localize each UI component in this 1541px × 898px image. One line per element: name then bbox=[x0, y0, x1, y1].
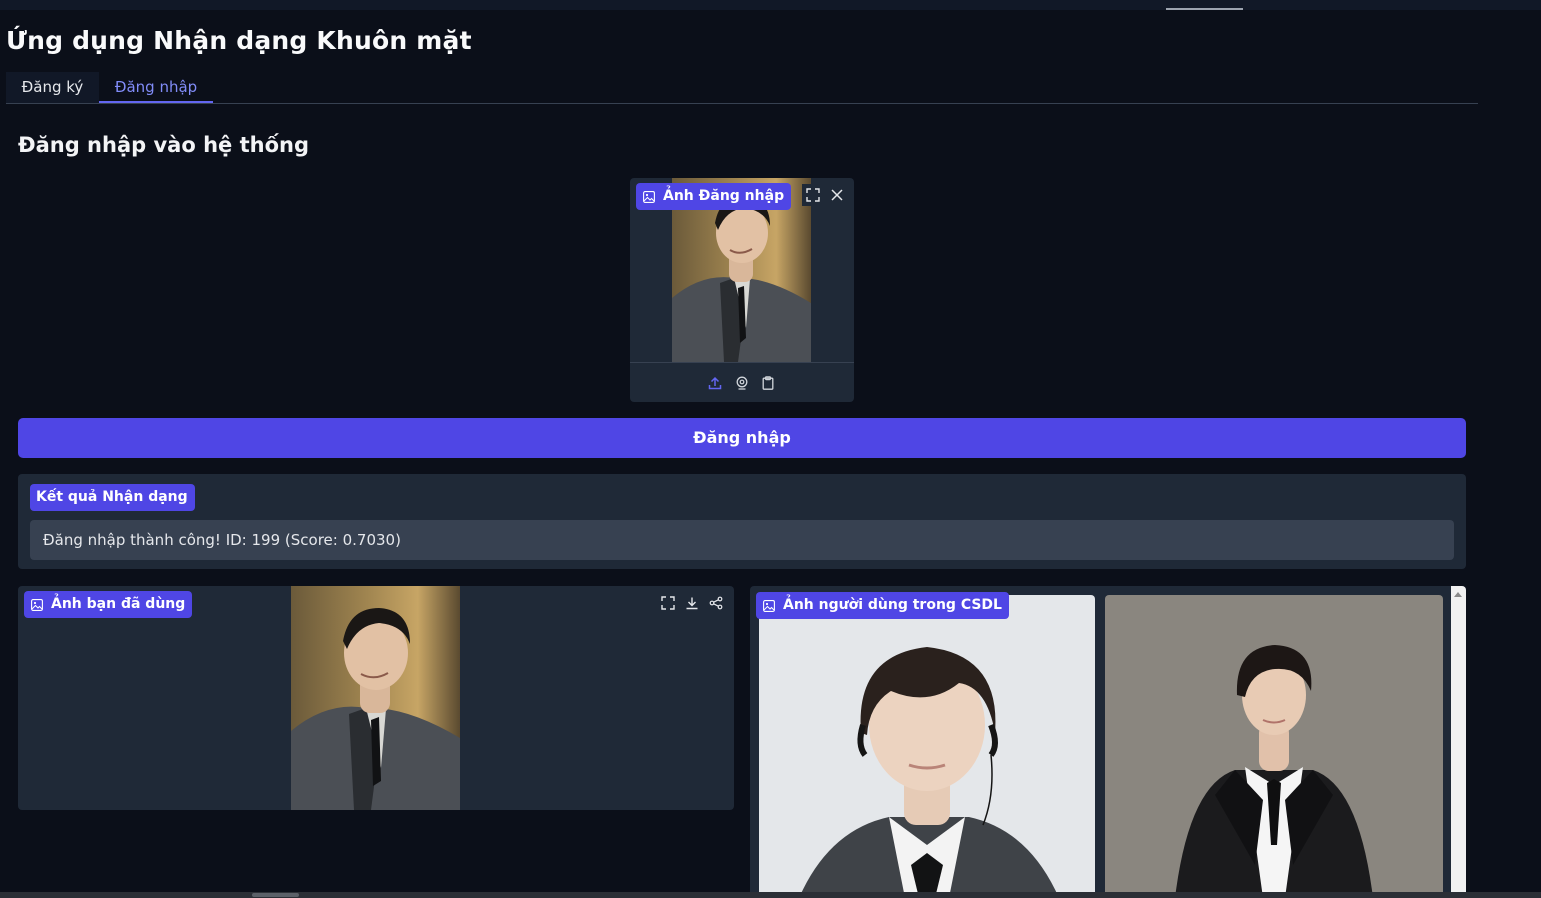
top-bar bbox=[0, 0, 1541, 10]
webcam-icon[interactable] bbox=[731, 372, 753, 394]
tab-register[interactable]: Đăng ký bbox=[6, 72, 99, 103]
gallery-image[interactable] bbox=[759, 595, 1095, 898]
page-horizontal-scrollbar[interactable] bbox=[0, 892, 1541, 898]
db-gallery-panel: Ảnh người dùng trong CSDL bbox=[750, 586, 1466, 898]
login-image-input[interactable]: Ảnh Đăng nhập bbox=[630, 178, 854, 402]
result-textbox[interactable]: Đăng nhập thành công! ID: 199 (Score: 0.… bbox=[30, 520, 1454, 560]
result-label: Kết quả Nhận dạng bbox=[30, 484, 195, 511]
tab-login[interactable]: Đăng nhập bbox=[99, 72, 213, 103]
gallery-scrollbar[interactable] bbox=[1451, 586, 1466, 898]
db-gallery-label: Ảnh người dùng trong CSDL bbox=[756, 592, 1009, 619]
app-title: Ứng dụng Nhận dạng Khuôn mặt bbox=[6, 26, 472, 55]
login-button[interactable]: Đăng nhập bbox=[18, 418, 1466, 458]
clipboard-icon[interactable] bbox=[757, 372, 779, 394]
login-image-label: Ảnh Đăng nhập bbox=[636, 183, 792, 210]
image-icon bbox=[31, 599, 43, 611]
upload-source-toolbar bbox=[630, 362, 854, 402]
db-gallery-label-text: Ảnh người dùng trong CSDL bbox=[783, 597, 1002, 613]
gallery-image[interactable] bbox=[1105, 595, 1443, 898]
fullscreen-icon[interactable] bbox=[657, 592, 679, 614]
fullscreen-icon[interactable] bbox=[802, 184, 824, 206]
image-icon bbox=[643, 191, 655, 203]
scroll-up-arrow-icon[interactable] bbox=[1454, 592, 1462, 597]
login-section-title: Đăng nhập vào hệ thống bbox=[18, 133, 309, 157]
tab-bar: Đăng ký Đăng nhập bbox=[6, 72, 1478, 104]
login-image-label-text: Ảnh Đăng nhập bbox=[663, 188, 785, 204]
used-image-label: Ảnh bạn đã dùng bbox=[24, 591, 193, 618]
used-image-label-text: Ảnh bạn đã dùng bbox=[51, 596, 186, 612]
top-bar-indicator bbox=[1166, 8, 1243, 10]
image-icon bbox=[763, 600, 775, 612]
used-photo bbox=[291, 586, 460, 810]
download-icon[interactable] bbox=[681, 592, 703, 614]
upload-icon[interactable] bbox=[704, 372, 726, 394]
share-icon[interactable] bbox=[705, 592, 727, 614]
scrollbar-thumb[interactable] bbox=[252, 893, 299, 897]
close-icon[interactable] bbox=[826, 184, 848, 206]
used-image-panel: Ảnh bạn đã dùng bbox=[18, 586, 734, 810]
result-panel: Kết quả Nhận dạng Đăng nhập thành công! … bbox=[18, 474, 1466, 569]
